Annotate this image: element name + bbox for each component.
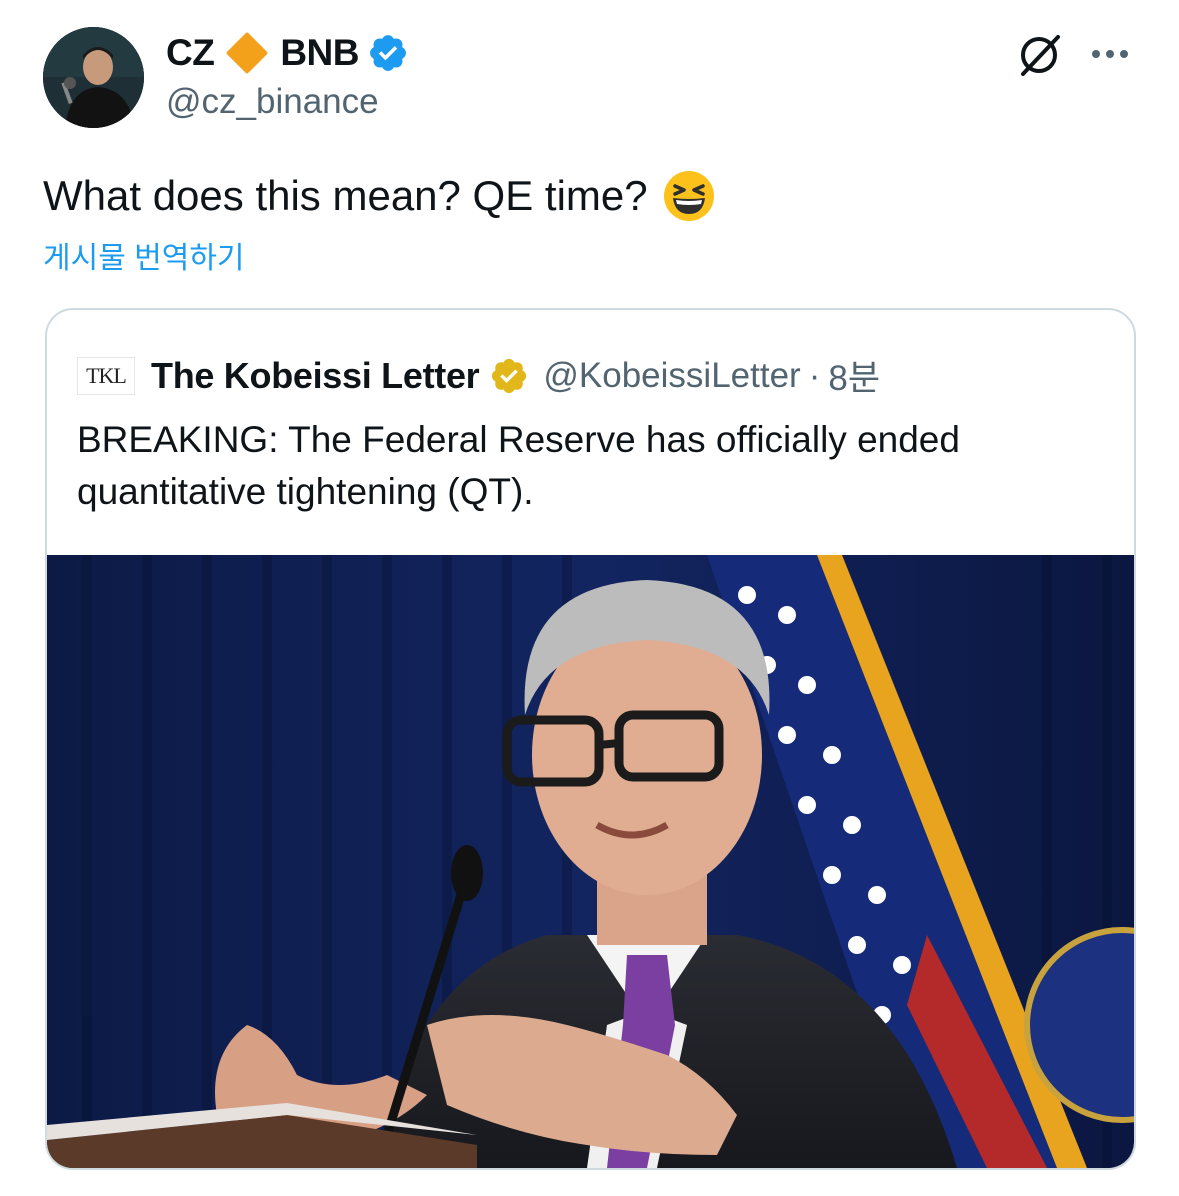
quote-author-name[interactable]: The Kobeissi Letter (151, 355, 480, 397)
author-name[interactable]: CZ (166, 32, 215, 74)
translate-post-link[interactable]: 게시물 번역하기 (43, 233, 245, 277)
author-name-suffix[interactable]: BNB (280, 32, 359, 74)
more-dots-icon (1092, 50, 1128, 58)
verified-badge-icon (370, 35, 406, 71)
bnb-diamond-icon (226, 31, 269, 75)
author-info: CZ BNB @cz_binance (166, 30, 409, 122)
press-conference-photo (47, 555, 1134, 1168)
quote-author-handle[interactable]: @KobeissiLetter (543, 356, 800, 396)
quote-header: TKL The Kobeissi Letter @KobeissiLetter … (77, 350, 880, 401)
grok-button[interactable] (1014, 30, 1064, 80)
quote-timestamp[interactable]: 8분 (828, 350, 880, 401)
tweet-text: What does this mean? QE time? (43, 168, 716, 224)
quoted-tweet[interactable]: TKL The Kobeissi Letter @KobeissiLetter … (45, 308, 1136, 1170)
avatar-photo (43, 27, 144, 128)
gold-verified-badge-icon (492, 358, 527, 393)
grinning-squinting-face-icon (663, 171, 714, 221)
more-button[interactable] (1088, 34, 1132, 74)
quote-separator: · (808, 355, 821, 395)
tweet-text-content: What does this mean? QE time? (43, 172, 648, 219)
quote-photo[interactable] (47, 555, 1134, 1168)
author-handle[interactable]: @cz_binance (166, 82, 409, 122)
quote-author-logo[interactable]: TKL (77, 356, 135, 395)
quote-text: BREAKING: The Federal Reserve has offici… (77, 419, 960, 512)
author-avatar[interactable] (43, 27, 144, 128)
grok-icon (1021, 35, 1060, 76)
